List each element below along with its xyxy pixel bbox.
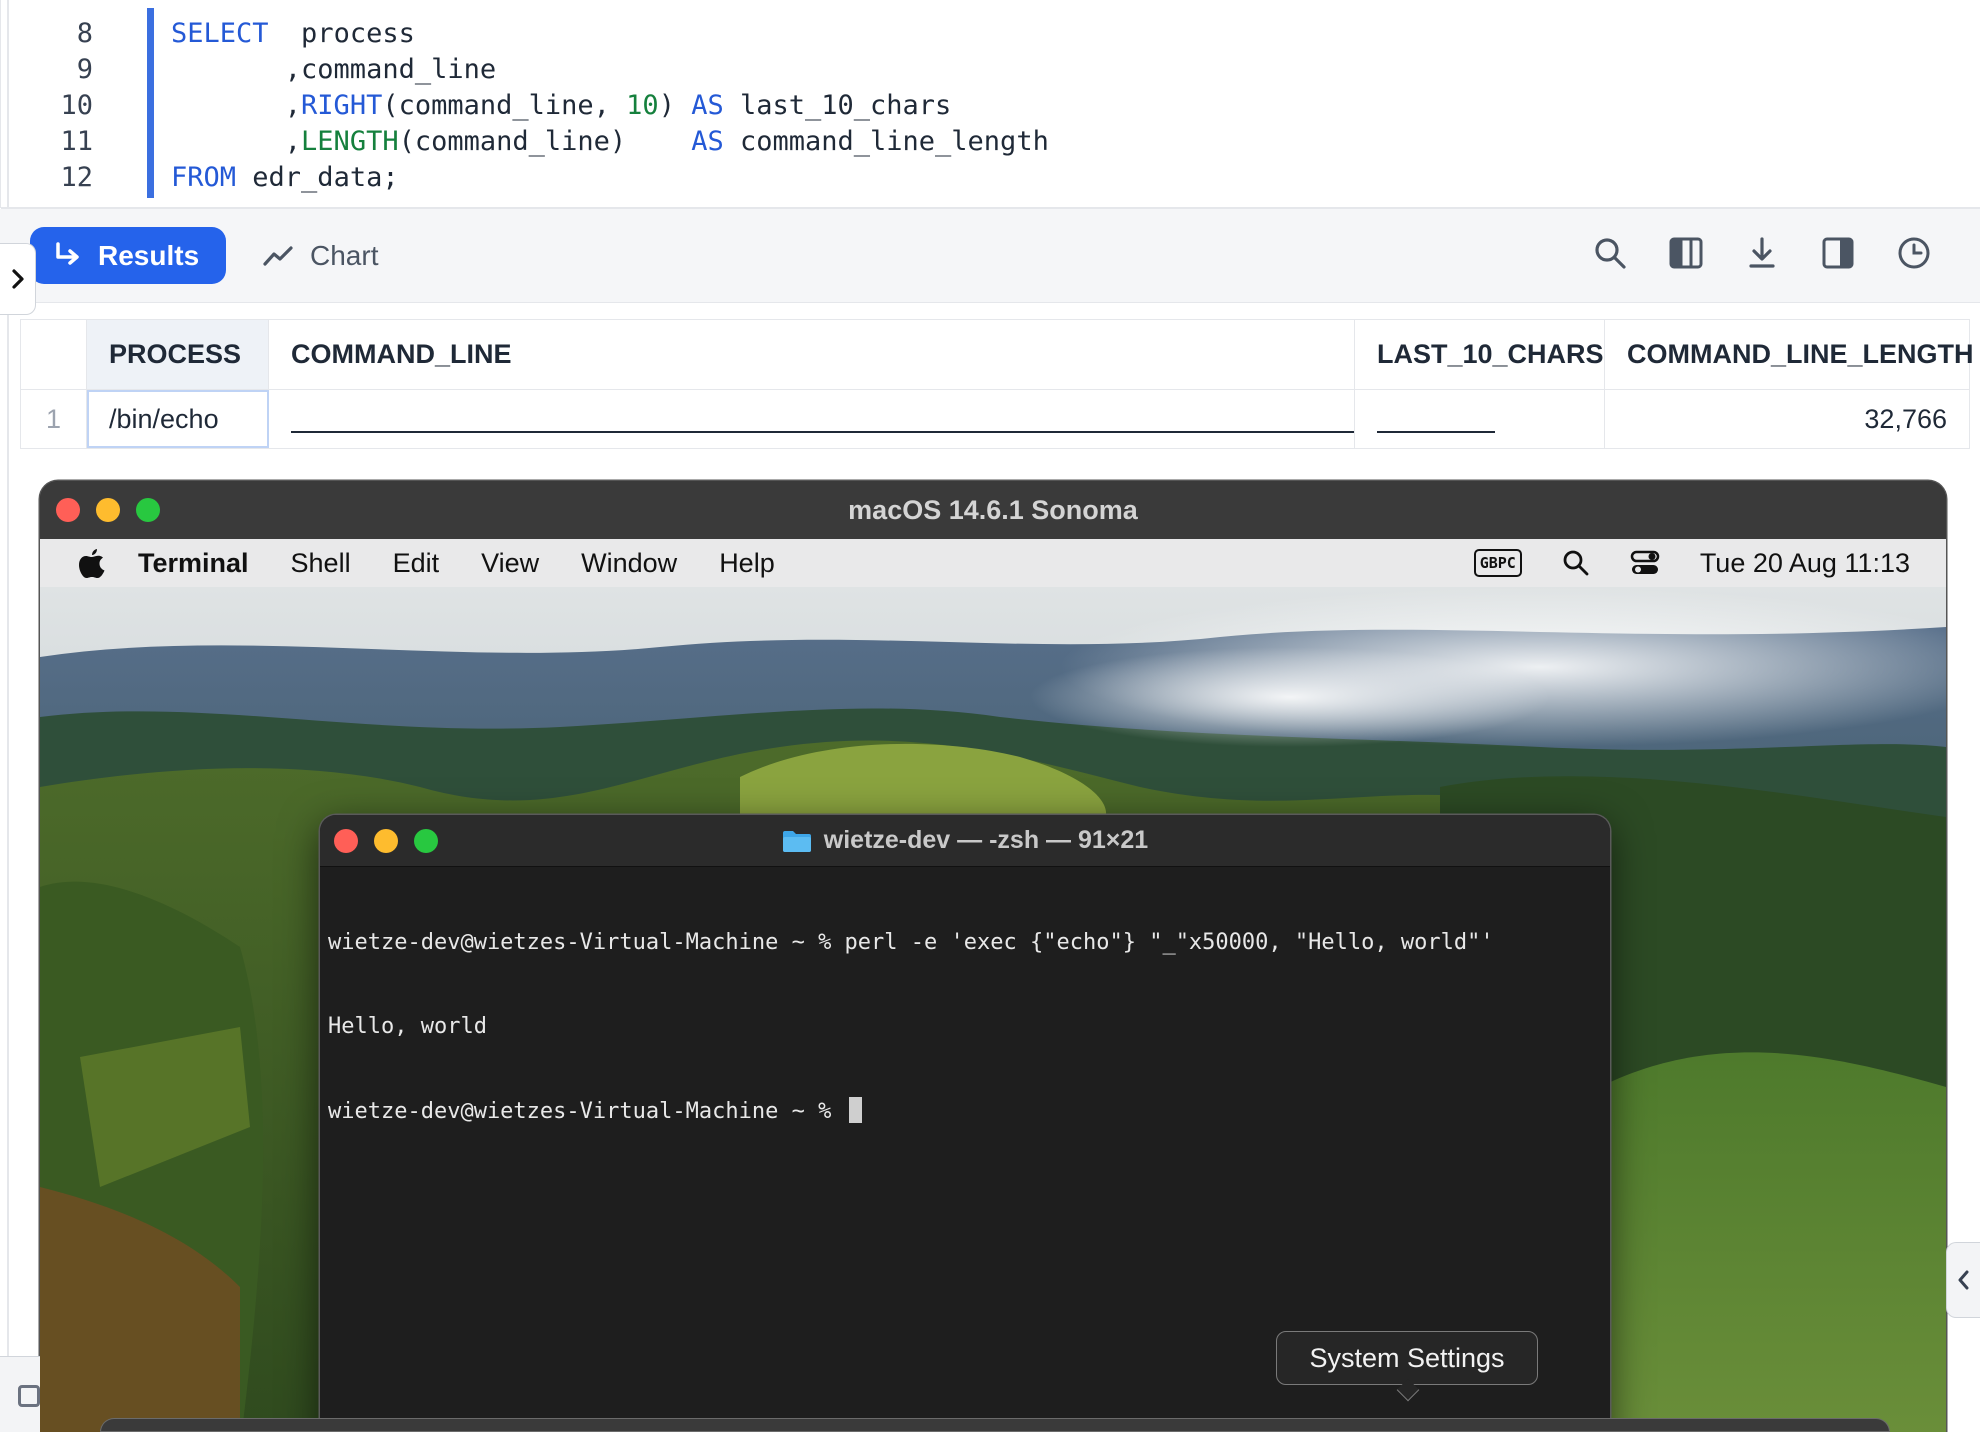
sql-token: ) bbox=[658, 90, 692, 121]
terminal-output[interactable]: wietze-dev@wietzes-Virtual-Machine ~ % p… bbox=[328, 873, 1598, 1182]
sql-keyword: AS bbox=[691, 90, 724, 121]
terminal-close-button[interactable] bbox=[334, 829, 358, 853]
cell-process[interactable]: /bin/echo bbox=[87, 390, 269, 448]
vm-window-title: macOS 14.6.1 Sonoma bbox=[848, 494, 1138, 525]
menubar-clock[interactable]: Tue 20 Aug 11:13 bbox=[1700, 548, 1910, 579]
close-button[interactable] bbox=[56, 498, 80, 522]
chart-tab[interactable]: Chart bbox=[262, 227, 378, 284]
results-toolbar: Results Chart bbox=[0, 209, 1980, 303]
terminal-line: Hello, world bbox=[328, 1014, 487, 1039]
terminal-prompt: wietze-dev@wietzes-Virtual-Machine ~ % bbox=[328, 1099, 845, 1124]
return-arrow-icon bbox=[56, 241, 79, 265]
line-number: 11 bbox=[60, 126, 93, 157]
expand-sidebar-button[interactable] bbox=[0, 243, 36, 315]
code-line[interactable]: 8 SELECT process bbox=[1, 16, 1980, 52]
collapse-right-panel-button[interactable] bbox=[1946, 1242, 1980, 1318]
cell-command-line-length[interactable]: 32,766 bbox=[1605, 390, 1969, 448]
spotlight-icon[interactable] bbox=[1562, 549, 1590, 577]
code-line[interactable]: 9 ,command_line bbox=[1, 52, 1980, 88]
header-command-line[interactable]: COMMAND_LINE bbox=[269, 320, 1355, 389]
sql-token: edr_data; bbox=[236, 162, 399, 193]
header-last-10-chars[interactable]: LAST_10_CHARS bbox=[1355, 320, 1605, 389]
sql-token: command_line_length bbox=[723, 126, 1049, 157]
terminal-cursor bbox=[848, 1097, 862, 1123]
table-row[interactable]: 1 /bin/echo 32,766 bbox=[21, 390, 1969, 448]
menu-view[interactable]: View bbox=[481, 548, 539, 579]
minimize-button[interactable] bbox=[96, 498, 120, 522]
download-icon[interactable] bbox=[1742, 233, 1782, 273]
results-tab[interactable]: Results bbox=[30, 227, 226, 284]
sql-highlight: LENGTH bbox=[301, 126, 399, 157]
code-line[interactable]: 10 ,RIGHT(command_line, 10) AS last_10_c… bbox=[1, 88, 1980, 124]
menu-window[interactable]: Window bbox=[581, 548, 677, 579]
sql-token: process bbox=[268, 18, 415, 49]
split-view-icon[interactable] bbox=[1818, 233, 1858, 273]
terminal-titlebar[interactable]: wietze-dev — -zsh — 91×21 bbox=[320, 815, 1610, 867]
control-center-icon[interactable] bbox=[1630, 549, 1660, 577]
terminal-prompt-line: wietze-dev@wietzes-Virtual-Machine ~ % bbox=[328, 1097, 1598, 1126]
sql-keyword: AS bbox=[691, 126, 724, 157]
dock-tooltip: System Settings bbox=[1276, 1331, 1538, 1385]
history-icon[interactable] bbox=[1894, 233, 1934, 273]
code-text: ,LENGTH(command_line) AS command_line_le… bbox=[171, 124, 1049, 160]
line-number: 8 bbox=[76, 18, 93, 49]
bottom-left-panel-toggle[interactable] bbox=[0, 1356, 40, 1432]
columns-icon[interactable] bbox=[1666, 233, 1706, 273]
sql-token: (command_line, bbox=[382, 90, 627, 121]
menu-shell[interactable]: Shell bbox=[291, 548, 351, 579]
terminal-line: wietze-dev@wietzes-Virtual-Machine ~ % p… bbox=[328, 930, 1494, 955]
dock[interactable] bbox=[100, 1418, 1890, 1432]
results-table: PROCESS COMMAND_LINE LAST_10_CHARS COMMA… bbox=[20, 319, 1974, 449]
sql-keyword: SELECT bbox=[171, 18, 269, 49]
chevron-left-icon bbox=[1958, 1270, 1968, 1290]
underscore-run bbox=[291, 431, 1354, 433]
vm-titlebar[interactable]: macOS 14.6.1 Sonoma bbox=[40, 481, 1946, 539]
terminal-title: wietze-dev — -zsh — 91×21 bbox=[823, 826, 1149, 854]
row-number-header bbox=[21, 320, 87, 389]
header-command-line-length[interactable]: COMMAND_LINE_LENGTH bbox=[1605, 320, 1974, 389]
sql-function: RIGHT bbox=[301, 90, 383, 121]
sql-token: ,command_line bbox=[171, 54, 497, 85]
panel-icon bbox=[18, 1385, 40, 1407]
row-number: 1 bbox=[21, 390, 87, 448]
sql-editor[interactable]: 8 SELECT process 9 ,command_line 10 ,RIGHT(… bbox=[0, 0, 1980, 1432]
macos-menubar: Terminal Shell Edit View Window Help GBP… bbox=[40, 539, 1946, 587]
terminal-minimize-button[interactable] bbox=[374, 829, 398, 853]
code-text: FROM edr_data; bbox=[171, 160, 399, 196]
cell-last-10-chars[interactable] bbox=[1355, 390, 1605, 448]
line-number: 10 bbox=[60, 90, 93, 121]
search-icon[interactable] bbox=[1590, 233, 1630, 273]
folder-icon bbox=[782, 830, 811, 852]
chart-tab-label: Chart bbox=[310, 239, 379, 271]
menu-help[interactable]: Help bbox=[719, 548, 775, 579]
sql-token: , bbox=[171, 90, 302, 121]
code-text: SELECT process bbox=[171, 16, 415, 52]
code-text: ,command_line bbox=[171, 52, 496, 88]
menubar-status-area: GBPC Tue 20 Aug 11:13 bbox=[1473, 539, 1910, 587]
zoom-button[interactable] bbox=[136, 498, 160, 522]
sql-token: , bbox=[171, 126, 302, 157]
input-source-indicator[interactable]: GBPC bbox=[1473, 549, 1522, 577]
menu-edit[interactable]: Edit bbox=[393, 548, 440, 579]
apple-logo-icon[interactable] bbox=[78, 547, 106, 579]
terminal-zoom-button[interactable] bbox=[414, 829, 438, 853]
table-header-row: PROCESS COMMAND_LINE LAST_10_CHARS COMMA… bbox=[21, 320, 1974, 390]
code-line[interactable]: 11 ,LENGTH(command_line) AS command_line… bbox=[1, 124, 1980, 160]
line-number: 12 bbox=[60, 162, 93, 193]
line-chart-icon bbox=[263, 245, 293, 266]
sql-token: last_10_chars bbox=[723, 90, 952, 121]
cell-command-line[interactable] bbox=[269, 390, 1355, 448]
code-line[interactable]: 12 FROM edr_data; bbox=[1, 160, 1980, 196]
line-number: 9 bbox=[76, 54, 93, 85]
menu-app-name[interactable]: Terminal bbox=[138, 548, 249, 579]
header-process[interactable]: PROCESS bbox=[87, 320, 269, 389]
code-text: ,RIGHT(command_line, 10) AS last_10_char… bbox=[171, 88, 952, 124]
sql-highlight: 10 bbox=[626, 90, 659, 121]
underscore-run bbox=[1377, 431, 1495, 433]
sql-token: (command_line) bbox=[398, 126, 692, 157]
sql-keyword: FROM bbox=[171, 162, 237, 193]
results-tab-label: Results bbox=[98, 239, 200, 271]
chevron-right-icon bbox=[11, 269, 24, 289]
